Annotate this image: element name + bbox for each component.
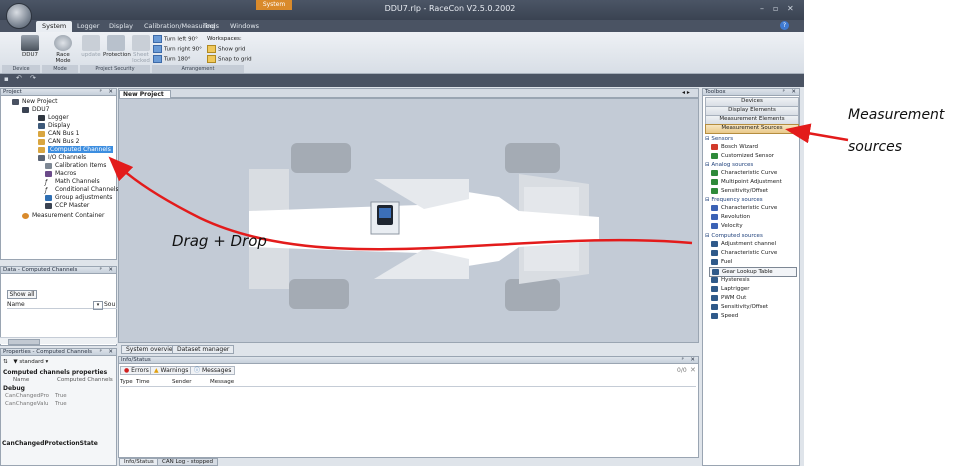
measurement-sources-arrow [785, 123, 849, 144]
measurement-annotation-line2: sources [848, 139, 903, 155]
annotation-arrows [108, 123, 849, 251]
application-menu-button[interactable] [6, 3, 32, 29]
measurement-annotation-line1: Measurement [848, 107, 945, 123]
drag-drop-annotation: Drag + Drop [172, 232, 267, 250]
